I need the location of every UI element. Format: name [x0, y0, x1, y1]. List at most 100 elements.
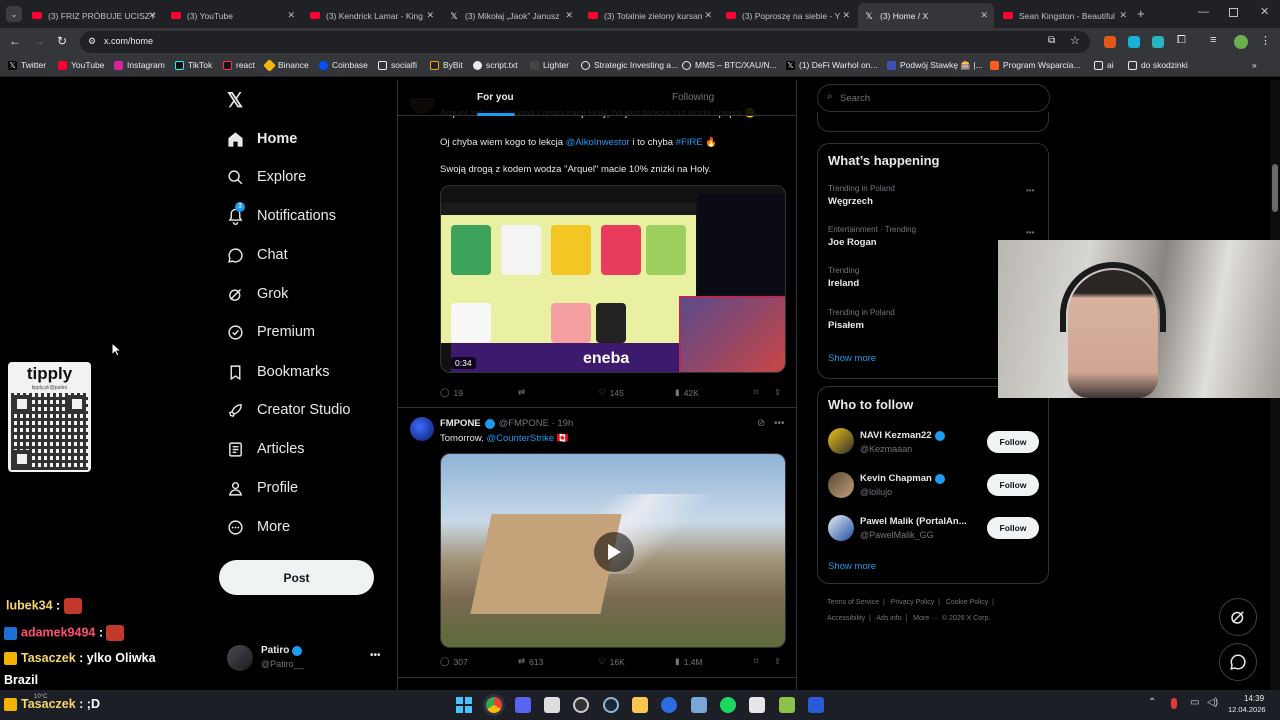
close-icon[interactable]: ✕ — [704, 10, 712, 21]
nav-grok[interactable]: Grok — [226, 279, 288, 309]
footer-link[interactable]: Cookie Policy — [946, 599, 988, 606]
volume-icon[interactable]: ◁) — [1207, 697, 1218, 708]
nav-bookmarks[interactable]: Bookmarks — [226, 357, 330, 387]
new-tab-button[interactable]: + — [1137, 6, 1145, 21]
bookmark-star-icon[interactable]: ☆ — [1070, 34, 1080, 47]
more-horizontal-icon[interactable]: ••• — [1026, 228, 1034, 237]
footer-link[interactable]: Ads info — [876, 615, 901, 622]
close-icon[interactable]: ✕ — [1119, 10, 1127, 21]
suggestion-name[interactable]: Kevin Chapman — [860, 473, 945, 484]
browser-tab[interactable]: (3) FRIZ PRÓBUJE UCISZY ✕ — [26, 3, 162, 28]
nav-profile[interactable]: Profile — [226, 473, 298, 503]
bookmark-item[interactable]: Instagram — [114, 60, 165, 70]
suggestion-name[interactable]: Pawel Malik (PortalAn... — [860, 516, 976, 527]
network-icon[interactable]: ▭ — [1190, 697, 1199, 708]
scrollbar-thumb[interactable] — [1272, 164, 1278, 212]
trend-item[interactable]: Trending in Poland Węgrzech — [828, 184, 1038, 207]
trend-item[interactable]: Trending Ireland — [828, 266, 998, 289]
bookmark-item[interactable]: Lighter — [530, 60, 569, 70]
bookmark-item[interactable]: YouTube — [58, 60, 104, 70]
start-button[interactable] — [456, 697, 472, 713]
browser-tab[interactable]: (3) Totalnie zielony kursan ✕ — [582, 3, 718, 28]
steam-icon[interactable] — [603, 697, 619, 713]
mention-link[interactable]: @CounterStrike — [486, 433, 554, 444]
post-button[interactable]: Post — [219, 560, 374, 595]
suggestion-name[interactable]: NAVI Kezman22 — [860, 430, 945, 441]
address-bar[interactable]: ⚙ x.com/home ⧉ ☆ — [80, 31, 1090, 53]
browser-tab[interactable]: (3) Poproszę na siebie - Y ✕ — [720, 3, 856, 28]
browser-tab[interactable]: (3) Kendrick Lamar - King ✕ — [304, 3, 440, 28]
nav-premium[interactable]: Premium — [226, 317, 315, 347]
app-icon[interactable] — [779, 697, 795, 713]
avatar[interactable] — [410, 417, 434, 441]
play-icon[interactable] — [594, 532, 634, 572]
follow-button[interactable]: Follow — [987, 517, 1039, 539]
footer-link[interactable]: Privacy Policy — [891, 599, 935, 606]
extension-icon[interactable] — [1128, 36, 1140, 48]
nav-creator-studio[interactable]: Creator Studio — [226, 395, 351, 425]
discord-icon[interactable] — [515, 697, 531, 713]
follow-button[interactable]: Follow — [987, 431, 1039, 453]
bookmark-item[interactable]: TikTok — [175, 60, 212, 70]
chevron-right-icon[interactable]: » — [1252, 60, 1257, 70]
footer-link[interactable]: Accessibility — [827, 615, 865, 622]
search-box[interactable]: ⌕ Search — [817, 84, 1050, 112]
more-horizontal-icon[interactable]: ••• — [774, 418, 785, 429]
extension-icon[interactable] — [1104, 36, 1116, 48]
x-logo-icon[interactable]: 𝕏 — [227, 88, 243, 113]
author-name[interactable]: FMPONE — [440, 418, 481, 429]
install-icon[interactable]: ⧉ — [1048, 35, 1055, 46]
maximize-button[interactable] — [1229, 8, 1238, 17]
extension-icon[interactable] — [1152, 36, 1164, 48]
views-button[interactable]: ▮ 1.4M — [675, 656, 703, 667]
tweet-video[interactable]: eneba 0:34 — [440, 185, 786, 373]
bookmark-button[interactable]: ⌑ — [754, 387, 758, 398]
app-icon[interactable] — [808, 697, 824, 713]
bookmark-item[interactable]: Coinbase — [319, 60, 368, 70]
file-explorer-icon[interactable] — [632, 697, 648, 713]
tab-for-you[interactable]: For you — [398, 80, 594, 116]
share-button[interactable]: ⇪ — [774, 387, 781, 398]
bookmark-folder[interactable]: socialfi — [378, 60, 417, 70]
views-button[interactable]: ▮ 42K — [675, 387, 699, 398]
tweet-video[interactable] — [440, 453, 786, 648]
show-more-link[interactable]: Show more — [828, 353, 876, 364]
browser-tab-active[interactable]: 𝕏 (3) Home / X ✕ — [858, 3, 994, 28]
chrome-icon[interactable] — [486, 697, 502, 713]
avatar[interactable] — [828, 472, 854, 498]
close-icon[interactable]: ✕ — [565, 10, 573, 21]
reload-icon[interactable]: ↻ — [57, 34, 67, 48]
avatar[interactable] — [828, 515, 854, 541]
bookmark-item[interactable]: react — [223, 60, 255, 70]
bookmark-item[interactable]: Binance — [263, 58, 309, 72]
nav-chat[interactable]: Chat — [226, 240, 288, 270]
footer-link[interactable]: Terms of Service — [827, 599, 879, 606]
author-handle[interactable]: @FMPONE — [499, 418, 549, 429]
bookmark-item[interactable]: Strategic Investing a... — [581, 60, 678, 70]
nav-notifications[interactable]: 3 Notifications — [226, 201, 336, 231]
grok-floating-button[interactable] — [1219, 598, 1257, 636]
account-switcher[interactable]: Patiro @Patiro__ ••• — [222, 638, 384, 678]
close-icon[interactable]: ✕ — [842, 10, 850, 21]
nav-home[interactable]: Home — [226, 124, 297, 154]
like-button[interactable]: ♡ 145 — [598, 387, 624, 398]
spotify-icon[interactable] — [720, 697, 736, 713]
like-button[interactable]: ♡ 16K — [598, 656, 625, 667]
browser-tab[interactable]: 𝕏 (3) Mikołaj „Jaok” Janusz ✕ — [443, 3, 579, 28]
grok-icon[interactable]: ⊘ — [757, 418, 765, 429]
menu-kebab-icon[interactable]: ⋮ — [1260, 34, 1271, 47]
site-info-icon[interactable]: ⚙ — [88, 36, 96, 47]
close-icon[interactable]: ✕ — [426, 10, 434, 21]
more-horizontal-icon[interactable]: ••• — [1026, 186, 1034, 195]
forward-icon[interactable]: → — [33, 34, 45, 48]
app-icon[interactable] — [691, 697, 707, 713]
app-icon[interactable] — [749, 697, 765, 713]
back-icon[interactable]: ← — [9, 34, 21, 48]
reply-button[interactable]: ◯ 307 — [440, 656, 468, 667]
bookmark-item[interactable]: script.txt — [473, 60, 518, 70]
bookmark-item[interactable]: Podwój Stawkę 🎰 |... — [887, 60, 983, 71]
avatar[interactable] — [828, 428, 854, 454]
close-icon[interactable]: ✕ — [287, 10, 295, 21]
extensions-puzzle-icon[interactable]: ⧠ — [1177, 34, 1186, 47]
bookmark-item[interactable]: MMS – BTC/XAU/N... — [682, 60, 777, 70]
